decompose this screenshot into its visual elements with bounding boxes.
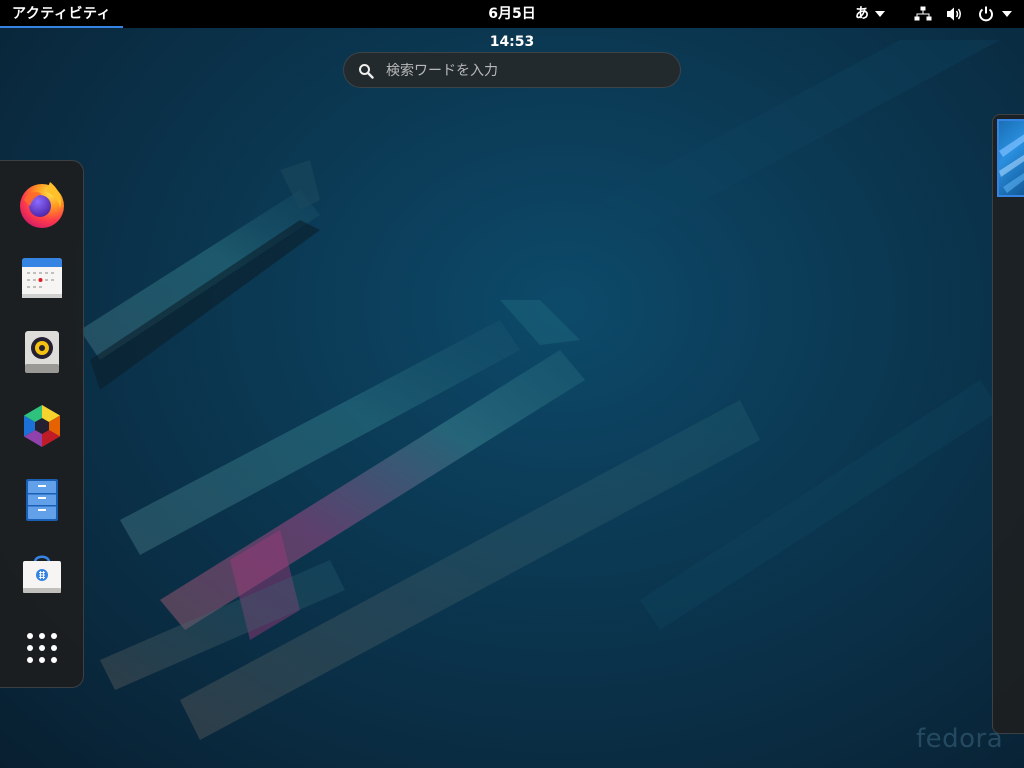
file-cabinet-icon <box>16 474 68 526</box>
chevron-down-icon <box>1002 11 1012 17</box>
input-method-indicator[interactable]: あ <box>855 0 885 28</box>
desktop-wallpaper <box>0 0 1024 768</box>
speaker-icon <box>16 326 68 378</box>
dash-item-files[interactable] <box>16 474 68 526</box>
software-bag-icon <box>16 548 68 600</box>
top-bar: アクティビティ 6月5日 14:53 あ <box>0 0 1024 50</box>
dash-item-photos[interactable] <box>16 400 68 452</box>
input-method-label: あ <box>855 6 869 22</box>
calendar-icon <box>16 252 68 304</box>
clock[interactable]: 6月5日 14:53 <box>464 0 560 56</box>
system-menu[interactable] <box>914 0 1012 28</box>
dash-item-firefox[interactable] <box>16 178 68 230</box>
firefox-icon <box>16 178 68 230</box>
search-icon <box>358 63 374 83</box>
power-icon <box>978 6 994 22</box>
fedora-watermark: fedora <box>916 724 1004 754</box>
dash-item-calendar[interactable] <box>16 252 68 304</box>
workspace-thumbnail-pattern <box>999 134 1024 193</box>
dash-item-software[interactable] <box>16 548 68 600</box>
workspace-thumbnail-1[interactable] <box>997 119 1024 197</box>
activities-button[interactable]: アクティビティ <box>0 0 124 28</box>
dash <box>0 160 84 688</box>
dash-item-rhythmbox[interactable] <box>16 326 68 378</box>
search-input[interactable] <box>384 59 668 83</box>
workspace-switcher <box>992 114 1024 734</box>
photos-icon <box>16 400 68 452</box>
search-entry[interactable] <box>343 52 681 88</box>
volume-icon <box>946 6 964 22</box>
chevron-down-icon <box>875 11 885 17</box>
show-applications-button[interactable] <box>16 622 68 674</box>
app-grid-icon <box>16 622 68 674</box>
network-wired-icon <box>914 6 932 22</box>
